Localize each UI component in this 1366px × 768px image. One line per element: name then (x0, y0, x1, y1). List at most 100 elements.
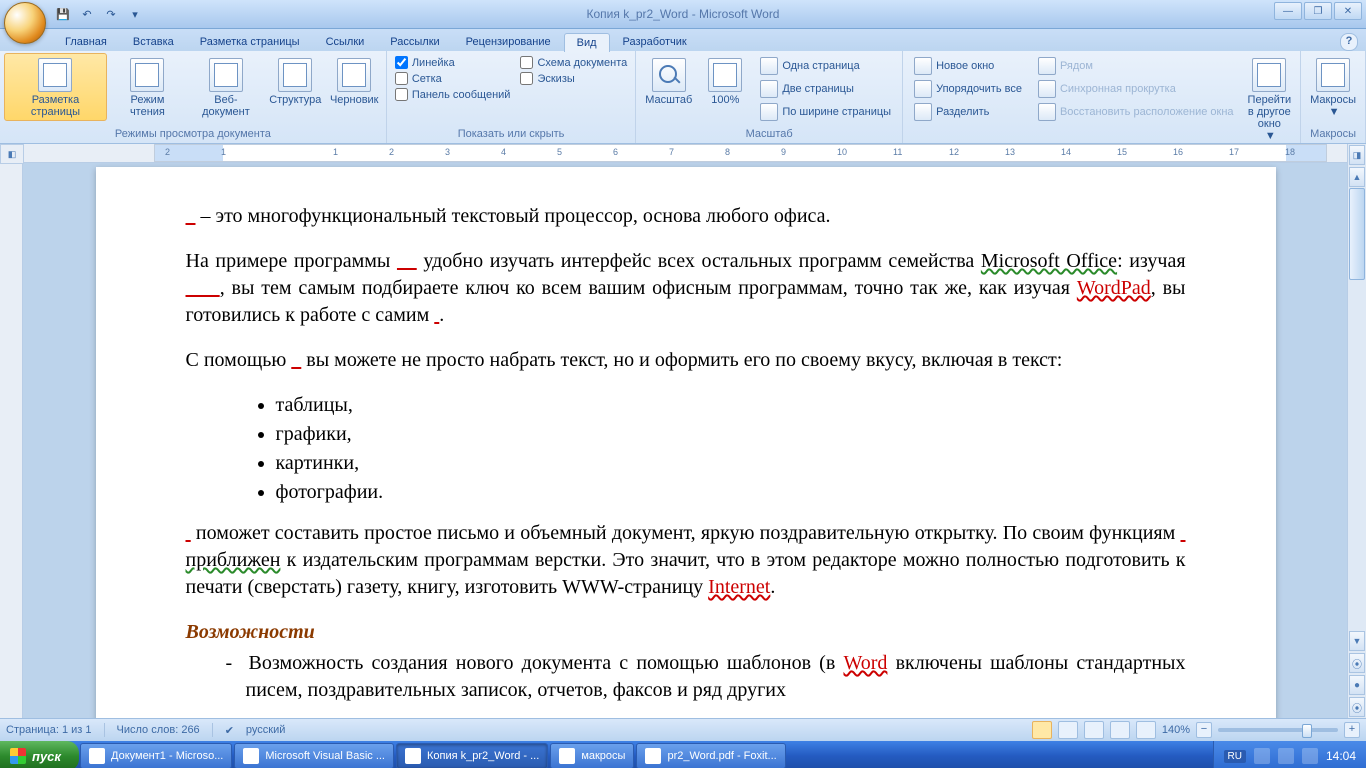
tray-icon[interactable] (1278, 748, 1294, 764)
view-full-screen-button[interactable] (1058, 721, 1078, 739)
macros-button[interactable]: Макросы ▼ (1305, 53, 1361, 121)
ribbon-tabs: Главная Вставка Разметка страницы Ссылки… (0, 29, 1366, 51)
prev-page-button[interactable]: ⦿ (1349, 653, 1365, 673)
zoom-slider-thumb[interactable] (1302, 724, 1312, 738)
tab-home[interactable]: Главная (52, 32, 120, 51)
tab-references[interactable]: Ссылки (313, 32, 378, 51)
start-button[interactable]: пуск (0, 741, 79, 768)
browse-object-button[interactable]: ● (1349, 675, 1365, 695)
tray-volume-icon[interactable] (1302, 748, 1318, 764)
status-language[interactable]: русский (246, 724, 285, 736)
vertical-ruler[interactable] (0, 164, 23, 718)
help-button[interactable]: ? (1340, 33, 1358, 51)
print-layout-button[interactable]: Разметка страницы (4, 53, 107, 121)
tab-view[interactable]: Вид (564, 33, 610, 52)
zoom-in-button[interactable]: + (1344, 722, 1360, 738)
switch-windows-button[interactable]: Перейти в другое окно ▼ (1243, 53, 1297, 145)
paragraph[interactable]: На примере программы удобно изучать инте… (186, 248, 1186, 329)
qat-save-icon[interactable]: 💾 (52, 3, 74, 25)
tab-mailings[interactable]: Рассылки (377, 32, 452, 51)
input-language[interactable]: RU (1224, 750, 1246, 763)
page[interactable]: – это многофункциональный текстовый проц… (96, 167, 1276, 718)
split-button[interactable]: Разделить (909, 101, 1027, 123)
zoom-out-button[interactable]: − (1196, 722, 1212, 738)
page-width-button[interactable]: По ширине страницы (755, 101, 896, 123)
web-layout-button[interactable]: Веб-документ (188, 53, 264, 121)
minimize-button[interactable]: — (1274, 2, 1302, 20)
view-side-by-side-button[interactable]: Рядом (1033, 55, 1239, 77)
ruler-checkbox[interactable]: Линейка (393, 55, 513, 70)
zoom-slider[interactable] (1218, 728, 1338, 732)
show-group-label: Показать или скрыть (391, 126, 631, 143)
restore-button[interactable]: ❐ (1304, 2, 1332, 20)
view-print-layout-button[interactable] (1032, 721, 1052, 739)
paragraph[interactable]: – это многофункциональный текстовый проц… (186, 203, 1186, 230)
message-bar-checkbox[interactable]: Панель сообщений (393, 87, 513, 102)
arrange-all-button[interactable]: Упорядочить все (909, 78, 1027, 100)
document-area[interactable]: – это многофункциональный текстовый проц… (24, 163, 1347, 718)
tab-review[interactable]: Рецензирование (453, 32, 564, 51)
zoom-label: Масштаб (645, 94, 692, 106)
gridlines-checkbox[interactable]: Сетка (393, 71, 513, 86)
macros-icon (1316, 58, 1350, 92)
view-outline-button[interactable] (1110, 721, 1130, 739)
tray-icon[interactable] (1254, 748, 1270, 764)
sync-scroll-button[interactable]: Синхронная прокрутка (1033, 78, 1239, 100)
one-page-button[interactable]: Одна страница (755, 55, 896, 77)
paragraph[interactable]: - Возможность создания нового документа … (186, 650, 1186, 704)
scroll-up-button[interactable]: ▲ (1349, 167, 1365, 187)
zoom-level[interactable]: 140% (1162, 724, 1190, 736)
outline-button[interactable]: Структура (266, 53, 325, 109)
status-spellcheck-icon[interactable]: ✔ (225, 724, 234, 737)
scroll-thumb[interactable] (1349, 188, 1365, 280)
word-icon (89, 748, 105, 764)
status-word-count[interactable]: Число слов: 266 (117, 724, 200, 736)
vertical-scrollbar[interactable]: ◨ ▲ ▼ ⦿ ● ⦿ (1347, 144, 1366, 718)
taskbar-item[interactable]: Microsoft Visual Basic ... (234, 743, 394, 768)
zoom-button[interactable]: Масштаб (640, 53, 697, 109)
zoom-100-button[interactable]: 100% (699, 53, 751, 109)
taskbar-item[interactable]: Копия k_pr2_Word - ... (396, 743, 548, 768)
new-window-button[interactable]: Новое окно (909, 55, 1027, 77)
list-item[interactable]: графики, (276, 421, 1186, 448)
reset-window-pos-button[interactable]: Восстановить расположение окна (1033, 101, 1239, 123)
two-pages-button[interactable]: Две страницы (755, 78, 896, 100)
taskbar-item[interactable]: Документ1 - Microso... (80, 743, 232, 768)
quick-access-toolbar: 💾 ↶ ↷ ▾ (52, 3, 146, 25)
thumbnails-checkbox[interactable]: Эскизы (518, 71, 629, 86)
tab-insert[interactable]: Вставка (120, 32, 187, 51)
qat-redo-icon[interactable]: ↷ (100, 3, 122, 25)
tab-page-layout[interactable]: Разметка страницы (187, 32, 313, 51)
taskbar-item[interactable]: pr2_Word.pdf - Foxit... (636, 743, 785, 768)
document-map-checkbox[interactable]: Схема документа (518, 55, 629, 70)
office-button[interactable] (4, 2, 46, 44)
paragraph[interactable]: С помощью вы можете не просто набрать те… (186, 347, 1186, 374)
full-screen-reading-button[interactable]: Режим чтения (109, 53, 186, 121)
qat-undo-icon[interactable]: ↶ (76, 3, 98, 25)
qat-customize-icon[interactable]: ▾ (124, 3, 146, 25)
tab-developer[interactable]: Разработчик (610, 32, 700, 51)
draft-button[interactable]: Черновик (327, 53, 382, 109)
two-pages-icon (760, 80, 778, 98)
list-item[interactable]: фотографии. (276, 479, 1186, 506)
view-web-button[interactable] (1084, 721, 1104, 739)
list-item[interactable]: картинки, (276, 450, 1186, 477)
ruler-toggle-button[interactable]: ◨ (1349, 145, 1365, 165)
scroll-down-button[interactable]: ▼ (1349, 631, 1365, 651)
taskbar-item[interactable]: макросы (550, 743, 634, 768)
next-page-button[interactable]: ⦿ (1349, 697, 1365, 717)
heading-capabilities[interactable]: Возможности (186, 619, 1186, 646)
word-icon (405, 748, 421, 764)
list-item[interactable]: таблицы, (276, 392, 1186, 419)
ruler-corner[interactable]: ◧ (0, 144, 24, 164)
taskbar-clock[interactable]: 14:04 (1326, 749, 1356, 763)
side-by-side-icon (1038, 57, 1056, 75)
view-draft-button[interactable] (1136, 721, 1156, 739)
bullet-list[interactable]: таблицы, графики, картинки, фотографии. (276, 392, 1186, 506)
close-button[interactable]: ✕ (1334, 2, 1362, 20)
paragraph[interactable]: поможет составить простое письмо и объем… (186, 520, 1186, 601)
horizontal-ruler[interactable]: 21123456789101112131415161718 (24, 144, 1347, 163)
zoom-100-label: 100% (711, 94, 739, 106)
scroll-track[interactable] (1348, 188, 1366, 630)
status-page[interactable]: Страница: 1 из 1 (6, 724, 92, 736)
